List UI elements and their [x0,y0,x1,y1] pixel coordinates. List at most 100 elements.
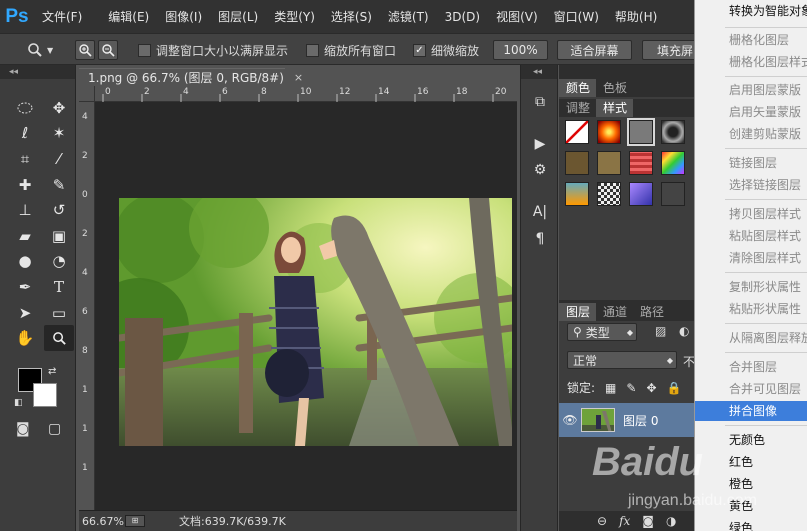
fit-screen-button[interactable]: 适合屏幕 [557,40,632,60]
layer-mask-icon[interactable]: ◙ [642,514,654,528]
menu-help[interactable]: 帮助(H) [607,8,665,25]
path-selection-tool-icon[interactable]: ➤ [10,300,40,326]
zoom-percent[interactable]: 66.67% [79,515,125,528]
style-swatch[interactable] [597,120,621,144]
eraser-tool-icon[interactable]: ▰ [10,223,40,249]
default-colors-icon[interactable]: ◧ [14,398,23,408]
menu-3d[interactable]: 3D(D) [437,10,488,24]
link-layers-icon[interactable]: ⊖ [597,514,607,528]
menu-edit[interactable]: 编辑(E) [90,8,157,25]
style-swatch[interactable] [661,182,685,206]
character-panel-icon[interactable]: A| [530,203,550,221]
menu-select[interactable]: 选择(S) [323,8,380,25]
tab-styles[interactable]: 样式 [596,99,634,117]
image-filter-icon[interactable]: ▨ [655,324,666,338]
style-none-swatch[interactable] [565,120,589,144]
layer-style-icon[interactable]: fx [619,514,630,528]
menu-file[interactable]: 文件(F) [34,8,90,25]
marquee-tool-icon[interactable] [10,95,40,121]
history-panel-icon[interactable]: ⧉ [530,93,550,111]
dodge-tool-icon[interactable]: ◔ [44,249,74,275]
adjustment-layer-icon[interactable]: ◑ [666,514,676,528]
blur-tool-icon[interactable]: ● [10,249,40,275]
layer-row[interactable]: 👁 图层 0 [559,403,694,437]
ctx-paste-layer-style[interactable]: 粘贴图层样式 [695,226,807,246]
tab-paths[interactable]: 路径 [633,303,670,321]
gradient-tool-icon[interactable]: ▣ [44,223,74,249]
ctx-paste-shape-attributes[interactable]: 粘贴形状属性 [695,299,807,319]
ctx-link-layers[interactable]: 链接图层 [695,153,807,173]
swap-colors-icon[interactable]: ⇄ [48,366,56,377]
pen-tool-icon[interactable]: ✒ [10,274,40,300]
menu-window[interactable]: 窗口(W) [546,8,607,25]
actual-pixels-button[interactable]: 100% [493,40,548,60]
lock-position-icon[interactable]: ✥ [646,381,656,395]
style-swatch[interactable] [661,151,685,175]
adjustment-filter-icon[interactable]: ◐ [679,324,689,338]
brush-tool-icon[interactable]: ✎ [44,172,74,198]
style-swatch[interactable] [597,182,621,206]
ctx-flatten-image[interactable]: 拼合图像 [695,401,807,421]
scrubby-zoom-checkbox[interactable]: ✓ 细微缩放 [413,40,479,60]
ctx-no-color[interactable]: 无颜色 [695,430,807,450]
vertical-ruler[interactable]: 4 2 0 2 4 6 8 1 1 1 [79,102,95,510]
layer-name[interactable]: 图层 0 [623,412,658,429]
tab-channels[interactable]: 通道 [596,303,633,321]
ctx-enable-layer-mask[interactable]: 启用图层蒙版 [695,80,807,100]
resize-windows-checkbox[interactable]: 调整窗口大小以满屏显示 [138,40,288,60]
crop-tool-icon[interactable]: ⌗ [10,146,40,172]
ctx-yellow[interactable]: 黄色 [695,496,807,516]
menu-filter[interactable]: 滤镜(T) [380,8,437,25]
lock-pixels-icon[interactable]: ✎ [626,381,636,395]
eyedropper-tool-icon[interactable]: ⁄ [44,146,74,172]
ctx-clear-layer-style[interactable]: 清除图层样式 [695,248,807,268]
tab-color[interactable]: 颜色 [559,79,597,97]
quick-mask-icon[interactable]: ◙ [16,421,30,437]
document-tab[interactable]: 1.png @ 66.7% (图层 0, RGB/8#) × [79,68,303,86]
history-brush-tool-icon[interactable]: ↺ [44,197,74,223]
ctx-merge-layers[interactable]: 合并图层 [695,357,807,377]
ruler-origin[interactable] [79,86,95,102]
zoom-tool-icon[interactable] [44,325,74,351]
style-swatch[interactable] [565,151,589,175]
tab-adjustments[interactable]: 调整 [559,99,596,117]
menu-layer[interactable]: 图层(L) [210,8,266,25]
eye-icon[interactable]: 👁 [559,413,581,427]
lasso-tool-icon[interactable]: ℓ [10,121,40,147]
clone-stamp-tool-icon[interactable]: ⊥ [10,197,40,223]
canvas-pasteboard[interactable] [95,102,517,510]
horizontal-ruler[interactable]: 0 2 4 6 8 10 12 14 16 18 20 [95,86,517,102]
zoom-out-button[interactable] [98,40,118,60]
status-info-icon[interactable]: ⊞ [125,515,145,527]
ctx-orange[interactable]: 橙色 [695,474,807,494]
tab-swatches[interactable]: 色板 [596,79,633,97]
style-swatch-selected[interactable] [627,118,655,146]
ctx-rasterize-layer[interactable]: 栅格化图层 [695,30,807,50]
blend-mode-select[interactable]: 正常 ◆ [567,351,677,369]
lock-all-icon[interactable]: 🔒 [667,381,682,395]
hand-tool-icon[interactable]: ✋ [10,325,40,351]
lock-transparent-icon[interactable]: ▦ [605,381,616,395]
tab-layers[interactable]: 图层 [559,303,597,321]
ctx-release-from-isolation[interactable]: 从隔离图层释放 [695,328,807,348]
menu-image[interactable]: 图像(I) [157,8,210,25]
canvas-photo[interactable] [119,198,512,446]
healing-brush-tool-icon[interactable]: ✚ [10,172,40,198]
ctx-select-linked-layers[interactable]: 选择链接图层 [695,175,807,195]
tool-preset-picker[interactable]: ▼ [27,40,63,60]
zoom-in-button[interactable] [75,40,95,60]
style-swatch[interactable] [629,151,653,175]
style-swatch[interactable] [661,120,685,144]
style-swatch[interactable] [565,182,589,206]
ctx-copy-shape-attributes[interactable]: 复制形状属性 [695,277,807,297]
menu-type[interactable]: 类型(Y) [266,8,323,25]
rectangle-tool-icon[interactable]: ▭ [44,300,74,326]
ctx-rasterize-layer-style[interactable]: 栅格化图层样式 [695,52,807,72]
fill-screen-button[interactable]: 填充屏 [642,40,702,60]
panel-collapse-icon[interactable]: ◂◂ [0,65,75,79]
magic-wand-tool-icon[interactable]: ✶ [44,121,74,147]
style-swatch[interactable] [629,182,653,206]
actions-panel-icon[interactable]: ▶ [530,135,550,153]
zoom-all-checkbox[interactable]: 缩放所有窗口 [306,40,396,60]
ctx-convert-smart-object[interactable]: 转换为智能对象 [695,1,807,21]
